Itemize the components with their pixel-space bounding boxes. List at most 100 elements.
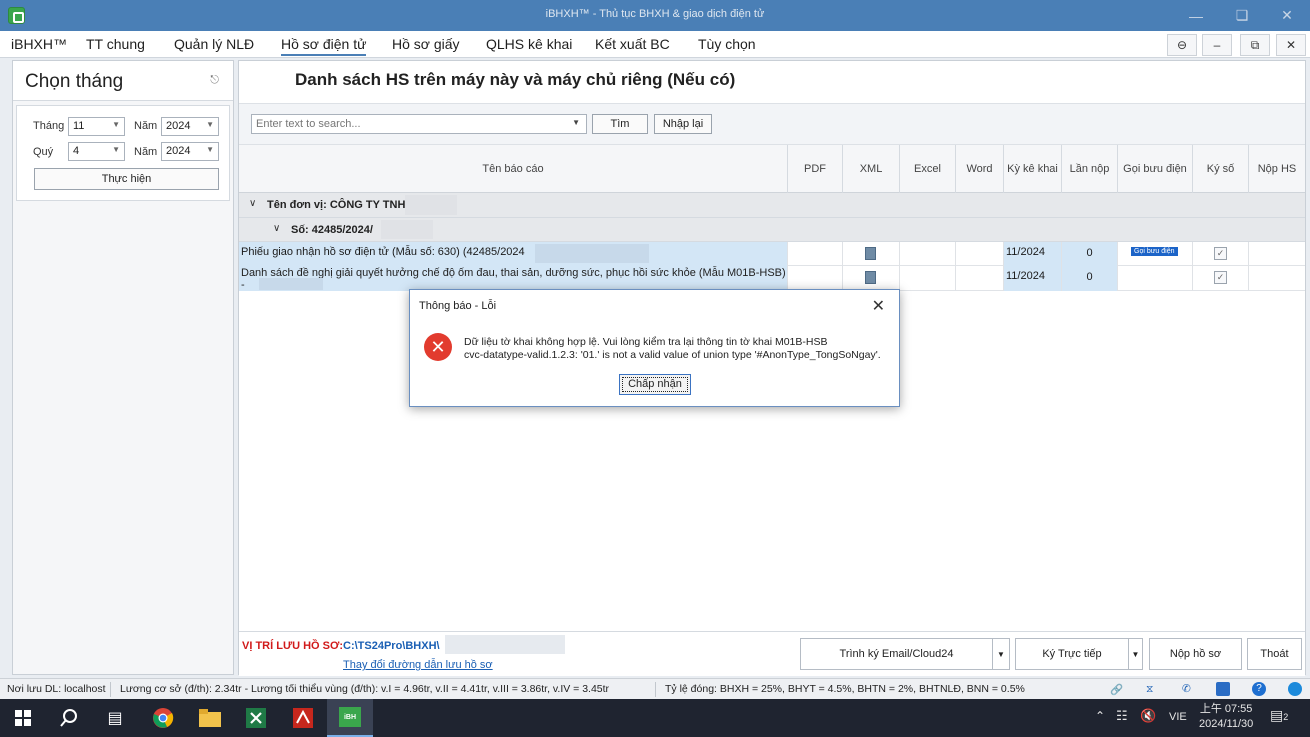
word-cell[interactable]	[955, 266, 1003, 291]
mail-icon[interactable]	[1216, 682, 1230, 696]
nam2-label: Năm	[134, 146, 158, 158]
sign-direct-button[interactable]: Ký Trực tiếp	[1015, 638, 1129, 670]
menu-qlhs-ke-khai[interactable]: QLHS kê khai	[486, 36, 572, 52]
xml-cell[interactable]	[842, 266, 899, 291]
redacted-block	[405, 195, 457, 215]
ibhxh-app-icon[interactable]: iBH	[327, 699, 373, 737]
nam-select[interactable]: 2024 ▼	[161, 117, 219, 136]
mdi-close-button[interactable]: ✕	[1276, 34, 1306, 56]
clock[interactable]: 上午 07:55 2024/11/30	[1199, 702, 1253, 732]
nam2-select[interactable]: 2024 ▼	[161, 142, 219, 161]
col-ky-ke-khai[interactable]: Kỳ kê khai	[1003, 145, 1061, 193]
excel-cell[interactable]	[899, 266, 955, 291]
file-explorer-icon[interactable]	[187, 699, 233, 737]
close-icon[interactable]: ✕	[872, 296, 885, 316]
search-icon[interactable]	[46, 699, 92, 737]
quy-label: Quý	[33, 146, 54, 158]
sign-checkbox[interactable]: ✓	[1214, 247, 1227, 260]
close-button[interactable]: ✕	[1264, 0, 1310, 31]
phone-icon[interactable]: ✆	[1182, 683, 1191, 695]
submit-button[interactable]: Nộp hồ sơ	[1149, 638, 1242, 670]
chevron-down-icon: ▼	[112, 120, 120, 129]
sign-direct-dropdown[interactable]: ▼	[1128, 638, 1143, 670]
col-xml[interactable]: XML	[842, 145, 899, 193]
chevron-down-icon: ▼	[206, 145, 214, 154]
post-cell: Gọi bưu điện	[1117, 242, 1192, 266]
xml-cell[interactable]	[842, 242, 899, 266]
excel-cell[interactable]	[899, 242, 955, 266]
xml-file-icon[interactable]	[865, 247, 876, 260]
nam2-value: 2024	[166, 145, 191, 157]
table-row[interactable]: Phiếu giao nhận hồ sơ điện tử (Mẫu số: 6…	[239, 242, 1305, 266]
xml-file-icon[interactable]	[865, 271, 876, 284]
pdf-reader-icon[interactable]	[280, 699, 326, 737]
quy-select[interactable]: 4 ▼	[68, 142, 125, 161]
sign-email-button[interactable]: Trình ký Email/Cloud24	[800, 638, 993, 670]
exit-button[interactable]: Thoát	[1247, 638, 1302, 670]
find-button[interactable]: Tìm	[592, 114, 648, 134]
col-nop-hs[interactable]: Nộp HS	[1248, 145, 1305, 193]
group-company[interactable]: ∨ Tên đơn vị: CÔNG TY TNHH	[239, 193, 1305, 218]
collapse-icon[interactable]: ⊖	[1167, 34, 1197, 56]
month-panel-title: Chọn tháng	[25, 71, 124, 92]
menu-ho-so-giay[interactable]: Hồ sơ giấy	[392, 36, 460, 52]
language-indicator[interactable]: VIE	[1169, 711, 1187, 723]
col-lan-nop[interactable]: Lần nộp	[1061, 145, 1117, 193]
sign-checkbox[interactable]: ✓	[1214, 271, 1227, 284]
search-input[interactable]: Enter text to search... ▼	[251, 114, 587, 134]
redacted-block	[259, 278, 323, 290]
pdf-cell[interactable]	[787, 242, 842, 266]
dialog-title: Thông báo - Lỗi	[419, 300, 497, 312]
minimize-button[interactable]: —	[1173, 0, 1219, 31]
chevron-up-icon[interactable]: ⌃	[1095, 709, 1105, 723]
col-goi-buu-dien[interactable]: Gọi bưu điện	[1117, 145, 1192, 193]
notification-icon[interactable]: ▤2	[1270, 707, 1288, 724]
messenger-icon[interactable]	[1288, 682, 1302, 696]
excel-app-icon[interactable]	[233, 699, 279, 737]
link-icon[interactable]: 🔗	[1110, 683, 1123, 696]
submit-hs-cell[interactable]	[1248, 242, 1305, 266]
call-post-button[interactable]: Gọi bưu điện	[1131, 247, 1178, 256]
run-button[interactable]: Thực hiện	[34, 168, 219, 190]
restore-button[interactable]: ❏	[1219, 0, 1265, 31]
col-ky-so[interactable]: Ký số	[1192, 145, 1248, 193]
row-name: Phiếu giao nhận hồ sơ điện tử (Mẫu số: 6…	[241, 246, 525, 258]
error-icon: ✕	[424, 333, 452, 361]
menu-tuy-chon[interactable]: Tùy chọn	[698, 36, 756, 52]
status-rates: Tỷ lệ đóng: BHXH = 25%, BHYT = 4.5%, BHT…	[665, 683, 1025, 695]
pin-icon[interactable]: ⎋	[210, 74, 219, 87]
ok-button[interactable]: Chấp nhận	[619, 374, 691, 395]
chevron-down-icon[interactable]: ∨	[273, 223, 280, 234]
pdf-cell[interactable]	[787, 266, 842, 291]
start-icon[interactable]	[0, 699, 46, 737]
change-location-link[interactable]: Thay đổi đường dẫn lưu hồ sơ	[343, 659, 493, 671]
help-icon[interactable]: ?	[1252, 682, 1266, 696]
sign-email-dropdown[interactable]: ▼	[992, 638, 1010, 670]
thang-select[interactable]: 11 ▼	[68, 117, 125, 136]
post-cell	[1117, 266, 1192, 291]
table-row[interactable]: Danh sách đề nghị giải quyết hưởng chế đ…	[239, 266, 1305, 291]
volume-muted-icon[interactable]: 🔇	[1140, 708, 1156, 724]
menu-tt-chung[interactable]: TT chung	[86, 36, 145, 52]
nam-value: 2024	[166, 120, 191, 132]
unlink-icon[interactable]: ⧖	[1146, 683, 1153, 696]
chrome-icon[interactable]	[140, 699, 186, 737]
chevron-down-icon[interactable]: ∨	[249, 198, 256, 209]
menu-ket-xuat-bc[interactable]: Kết xuất BC	[595, 36, 670, 52]
mdi-restore-button[interactable]: ⧉	[1240, 34, 1270, 56]
menu-ibhxh[interactable]: iBHXH™	[11, 36, 67, 52]
reset-button[interactable]: Nhập lại	[654, 114, 712, 134]
group-number[interactable]: ∨ Số: 42485/2024/	[239, 218, 1305, 242]
task-view-icon[interactable]: ▤	[92, 699, 138, 737]
col-pdf[interactable]: PDF	[787, 145, 842, 193]
menu-quan-ly-nld[interactable]: Quản lý NLĐ	[174, 36, 254, 52]
mdi-minimize-button[interactable]: –	[1202, 34, 1232, 56]
row-name-cell: Phiếu giao nhận hồ sơ điện tử (Mẫu số: 6…	[239, 242, 787, 266]
menu-ho-so-dien-tu[interactable]: Hồ sơ điện tử	[281, 36, 367, 56]
col-word[interactable]: Word	[955, 145, 1003, 193]
col-ten-bao-cao[interactable]: Tên báo cáo	[239, 145, 787, 193]
network-icon[interactable]: ☷	[1116, 708, 1128, 724]
col-excel[interactable]: Excel	[899, 145, 955, 193]
word-cell[interactable]	[955, 242, 1003, 266]
submit-hs-cell[interactable]	[1248, 266, 1305, 291]
